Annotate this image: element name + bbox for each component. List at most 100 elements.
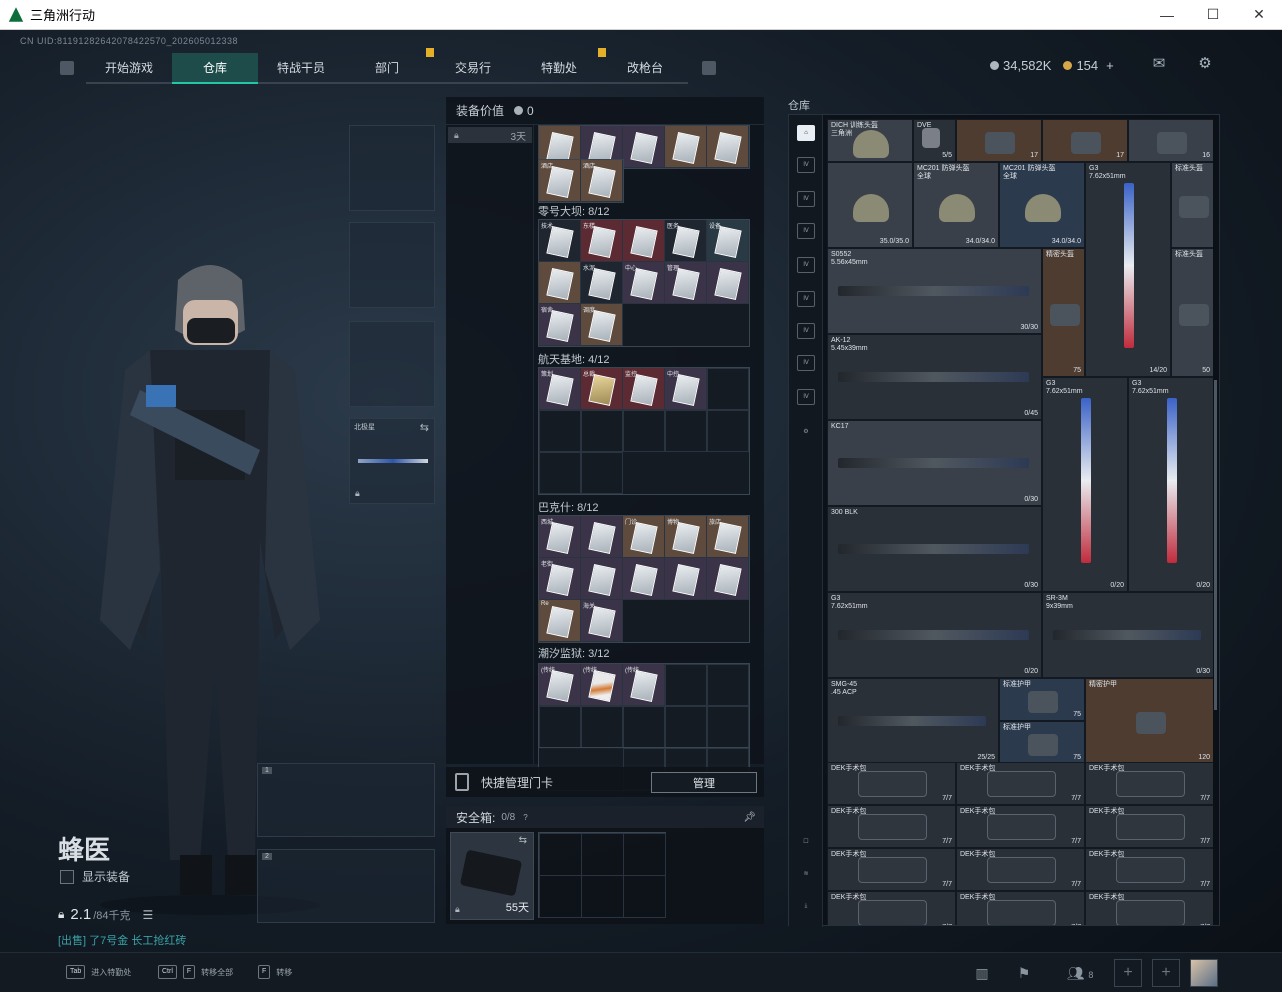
keycard-item[interactable]: 监控 — [623, 368, 664, 409]
grid-cell[interactable] — [581, 452, 623, 494]
keycard-item[interactable]: 酒店 — [581, 160, 622, 201]
show-equipment-toggle[interactable]: 显示装备 — [60, 868, 130, 885]
warehouse-tab-5[interactable]: Ⅳ — [797, 291, 815, 307]
warehouse-item[interactable]: DICH 训练头盔 三角洲 — [827, 119, 913, 162]
list-icon[interactable]: ☰ — [143, 908, 154, 922]
keycard-item[interactable]: 技术 — [539, 220, 580, 261]
warehouse-item[interactable]: 16 — [1128, 119, 1213, 162]
warehouse-item[interactable]: 300 BLK 0/30 — [827, 506, 1042, 592]
warehouse-item[interactable]: 精密护甲 120 — [1085, 678, 1213, 764]
keycard-item[interactable]: 总裁 — [581, 368, 622, 409]
warehouse-item[interactable]: DVE 5/5 — [913, 119, 956, 162]
warehouse-item[interactable]: 标准头盔 50 — [1171, 248, 1213, 377]
grid-cell[interactable] — [707, 706, 749, 748]
warehouse-item[interactable]: MC201 防弹头盔 全球 34.0/34.0 — [999, 162, 1085, 248]
medkit-item[interactable]: DEK手术包7/7 — [827, 805, 956, 848]
armor-slot[interactable] — [349, 222, 435, 308]
grid-cell[interactable] — [539, 410, 581, 452]
keycard-item[interactable] — [623, 126, 664, 167]
medkit-item[interactable]: DEK手术包7/7 — [1085, 762, 1213, 805]
nav-left-icon[interactable] — [60, 61, 74, 75]
safe-box-grid[interactable] — [538, 832, 666, 918]
flag-icon[interactable]: ⚑ — [1012, 961, 1036, 985]
warehouse-tab-7[interactable]: Ⅳ — [797, 355, 815, 371]
keycard-item[interactable]: 旅店 — [707, 516, 748, 557]
hotkey-transfer-all[interactable]: Ctrl F 转移全部 — [158, 965, 233, 979]
keycard-item[interactable] — [665, 126, 706, 167]
keycard-item[interactable] — [623, 220, 664, 261]
warehouse-tab-2[interactable]: Ⅳ — [797, 191, 815, 207]
primary-weapon-slot[interactable]: 1 — [257, 763, 435, 837]
keycard-item[interactable]: (传统 — [581, 664, 622, 705]
keycard-item[interactable] — [707, 126, 748, 167]
warehouse-item[interactable]: G3 7.62x51mm 0/20 — [827, 592, 1042, 678]
warehouse-item[interactable]: SR-3M 9x39mm 0/30 — [1042, 592, 1213, 678]
keycard-item[interactable] — [581, 516, 622, 557]
grid-cell[interactable] — [707, 368, 749, 410]
keycard-item[interactable]: 酒店 — [539, 160, 580, 201]
warehouse-tab-all[interactable]: ⌂ — [797, 125, 815, 141]
medkit-item[interactable]: DEK手术包7/7 — [827, 848, 956, 891]
keycard-item[interactable]: 中心 — [623, 262, 664, 303]
pistol-slot[interactable] — [349, 321, 435, 407]
keycard-item[interactable] — [539, 262, 580, 303]
keycard-item[interactable]: 博物 — [665, 516, 706, 557]
warehouse-tab-6[interactable]: Ⅳ — [797, 323, 815, 339]
warehouse-tab-1[interactable]: Ⅳ — [797, 157, 815, 173]
medkit-item[interactable]: DEK手术包7/7 — [956, 762, 1085, 805]
keycard-item[interactable]: 东楼 — [581, 220, 622, 261]
keycard-item[interactable] — [707, 262, 748, 303]
swap-icon[interactable]: ⇆ — [420, 421, 429, 434]
tab-gunsmith[interactable]: 改枪台 — [602, 53, 688, 84]
grid-cell[interactable] — [707, 410, 749, 452]
warehouse-item[interactable]: AK-12 5.45x39mm 0/45 — [827, 334, 1042, 420]
medkit-item[interactable]: DEK手术包7/7 — [956, 848, 1085, 891]
warehouse-item[interactable]: G3 7.62x51mm 0/20 — [1042, 377, 1128, 592]
grid-cell[interactable] — [623, 410, 665, 452]
mail-icon[interactable]: ✉ — [1150, 56, 1168, 72]
keycard-item[interactable]: 老街 — [539, 558, 580, 599]
warehouse-item[interactable]: G3 7.62x51mm 14/20 — [1085, 162, 1171, 377]
layers-icon[interactable]: ≋ — [797, 867, 815, 883]
maximize-button[interactable]: ☐ — [1190, 0, 1236, 30]
grid-cell[interactable] — [623, 706, 665, 748]
warehouse-item[interactable]: MC201 防弹头盔 全球 34.0/34.0 — [913, 162, 999, 248]
grid-cell[interactable] — [665, 706, 707, 748]
grid-cell[interactable] — [665, 664, 707, 706]
grid-cell[interactable] — [665, 410, 707, 452]
stats-icon[interactable]: ▥ — [970, 961, 994, 985]
keycard-item[interactable] — [623, 558, 664, 599]
warehouse-tab-3[interactable]: Ⅳ — [797, 223, 815, 239]
tab-trading[interactable]: 交易行 — [430, 53, 516, 84]
keycard-item[interactable]: (传统 — [539, 664, 580, 705]
keycard-item[interactable]: 西城 — [539, 516, 580, 557]
help-icon[interactable]: ? — [523, 813, 527, 822]
checkbox[interactable] — [60, 869, 74, 884]
keycard-item[interactable]: 管理 — [665, 262, 706, 303]
medkit-item[interactable]: DEK手术包7/7 — [956, 891, 1085, 925]
tab-special-ops[interactable]: 特勤处 — [516, 47, 606, 84]
gear-icon[interactable]: ⚙ — [1196, 56, 1214, 72]
warehouse-item[interactable]: S0552 5.56x45mm 30/30 — [827, 248, 1042, 334]
invite-slot-2[interactable]: + — [1152, 959, 1180, 987]
secondary-weapon-slot[interactable]: 2 — [257, 849, 435, 923]
warehouse-item[interactable]: 17 — [1042, 119, 1128, 162]
swap-icon[interactable]: ⇆ — [519, 835, 527, 846]
warehouse-item[interactable]: 标准头盔 — [1171, 162, 1213, 248]
close-button[interactable]: ✕ — [1236, 0, 1282, 30]
warehouse-item[interactable]: 17 — [956, 119, 1042, 162]
grid-cell[interactable] — [581, 410, 623, 452]
keycard-item[interactable]: 设备 — [707, 220, 748, 261]
keycard-item[interactable]: 策划 — [539, 368, 580, 409]
warehouse-item[interactable]: SMG-45 .45 ACP 25/25 — [827, 678, 999, 764]
tab-operators[interactable]: 特战干员 — [258, 53, 344, 84]
friends-button[interactable]: 👥︎ 8 — [1060, 961, 1100, 985]
warehouse-tab-4[interactable]: Ⅳ — [797, 257, 815, 273]
medkit-item[interactable]: DEK手术包7/7 — [1085, 891, 1213, 925]
tab-warehouse[interactable]: 仓库 — [172, 52, 258, 84]
keycard-item[interactable]: 医务 — [665, 220, 706, 261]
warehouse-tab-8[interactable]: Ⅳ — [797, 389, 815, 405]
grid-cell[interactable] — [539, 706, 581, 748]
helmet-slot[interactable] — [349, 125, 435, 211]
safe-box-item[interactable]: ⇆ 🔒︎ 55天 — [450, 832, 534, 920]
